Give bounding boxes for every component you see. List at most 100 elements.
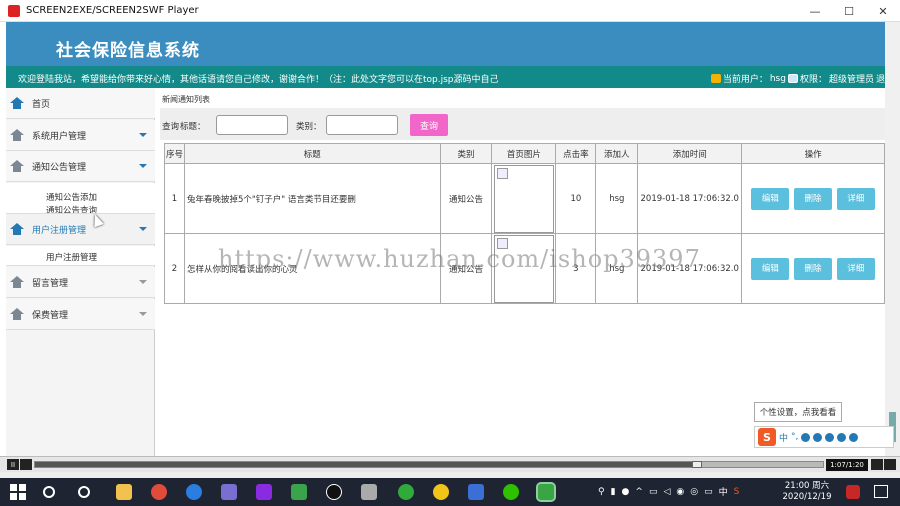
- sidebar-item-notices[interactable]: 通知公告管理: [6, 151, 155, 182]
- category-filter-label: 类别：: [296, 122, 322, 132]
- active-app-icon[interactable]: [536, 482, 556, 502]
- input-language[interactable]: 中: [719, 485, 728, 498]
- home-icon: [10, 97, 24, 109]
- delete-button[interactable]: 删除: [794, 257, 833, 280]
- antivirus-icon[interactable]: [846, 485, 860, 499]
- progress-thumb[interactable]: [692, 461, 702, 468]
- app-icon[interactable]: [398, 484, 414, 500]
- cortana-icon[interactable]: [43, 486, 55, 498]
- row-actions: 编辑 删除 详细: [741, 163, 885, 234]
- sidebar-item-label: 通知公告管理: [32, 162, 87, 173]
- column-header: 首页图片: [491, 143, 557, 164]
- sidebar-item-home[interactable]: 首页: [6, 88, 155, 119]
- toolbox-icon[interactable]: [849, 432, 859, 442]
- row-index: 2: [164, 233, 185, 304]
- notice-submenu: 通知公告添加 通知公告查询: [6, 183, 155, 214]
- maximize-button[interactable]: ☐: [832, 0, 866, 22]
- app-icon[interactable]: [433, 484, 449, 500]
- home-icon: [10, 308, 24, 320]
- sidebar-item-user-register[interactable]: 用户注册管理: [6, 214, 155, 245]
- file-explorer-icon[interactable]: [116, 484, 132, 500]
- sidebar-item-label: 用户注册管理: [32, 225, 87, 236]
- tray-app-icon[interactable]: ◉: [676, 487, 684, 497]
- chrome-icon[interactable]: [151, 484, 167, 500]
- permission-icon: [787, 74, 798, 83]
- notice-bar: 欢迎登陆我站，希望能给你带来好心情，其他话语请您自己修改，谢谢合作！（注：此处文…: [6, 66, 885, 88]
- role-label: 权限：: [799, 75, 827, 85]
- volume-icon[interactable]: ◁: [663, 487, 670, 497]
- column-header: 操作: [741, 143, 885, 164]
- window-title: SCREEN2EXE/SCREEN2SWF Player: [26, 5, 199, 16]
- user-info: 当前用户： hsg 权限： 超级管理员 退: [710, 72, 885, 85]
- window-titlebar: SCREEN2EXE/SCREEN2SWF Player — ☐ ✕: [0, 0, 900, 22]
- taskbar-clock[interactable]: 21:00 周六 2020/12/19: [776, 481, 838, 503]
- edit-button[interactable]: 编辑: [751, 257, 790, 280]
- qq-icon[interactable]: [326, 484, 342, 500]
- sidebar-item-system-users[interactable]: 系统用户管理: [6, 120, 155, 151]
- sidebar-item-messages[interactable]: 留言管理: [6, 267, 155, 298]
- display-icon[interactable]: ▭: [704, 487, 713, 497]
- chevron-up-icon[interactable]: ^: [635, 487, 643, 497]
- ime-mode[interactable]: 中: [779, 431, 788, 444]
- ime-tooltip[interactable]: 个性设置，点我看看: [754, 402, 842, 422]
- home-icon: [10, 129, 24, 141]
- microphone-icon[interactable]: [813, 432, 823, 442]
- fullscreen-button[interactable]: [871, 459, 883, 470]
- app-icon[interactable]: [221, 484, 237, 500]
- category-filter-input[interactable]: [326, 115, 398, 135]
- app-icon[interactable]: [256, 484, 272, 500]
- tray-app-icon[interactable]: ◎: [690, 487, 698, 497]
- submenu-notice-query[interactable]: 通知公告查询: [46, 204, 97, 213]
- app-title: 社会保险信息系统: [56, 41, 200, 61]
- playback-time: 1:07/1:20: [826, 459, 868, 471]
- keyboard-icon[interactable]: [825, 432, 835, 442]
- ime-toolbar[interactable]: S 中 °,: [754, 426, 894, 448]
- title-filter-input[interactable]: [216, 115, 288, 135]
- progress-track[interactable]: [34, 461, 824, 468]
- clock-date: 2020/12/19: [782, 492, 832, 502]
- row-clicks: 10: [555, 163, 597, 234]
- windows-start-icon[interactable]: [10, 484, 26, 500]
- minimize-button[interactable]: —: [798, 0, 832, 22]
- delete-button[interactable]: 删除: [794, 187, 833, 210]
- network-icon[interactable]: ▭: [649, 487, 658, 497]
- column-header: 序号: [164, 143, 185, 164]
- logout-link[interactable]: 退: [876, 72, 885, 85]
- close-button[interactable]: ✕: [866, 0, 900, 22]
- column-header: 标题: [183, 143, 441, 164]
- pause-button[interactable]: II: [7, 459, 19, 470]
- tools-icon[interactable]: [361, 484, 377, 500]
- current-user-label: 当前用户：: [722, 75, 768, 85]
- edit-button[interactable]: 编辑: [751, 187, 790, 210]
- info-button[interactable]: [884, 459, 896, 470]
- filter-bar: 查询 标题： 类别： 查询: [160, 108, 885, 140]
- stop-button[interactable]: [20, 459, 32, 470]
- search-icon[interactable]: [78, 486, 90, 498]
- system-tray: ⚲ ▮ ● ^ ▭ ◁ ◉ ◎ ▭ 中 S: [598, 485, 740, 499]
- people-icon[interactable]: ⚲: [598, 487, 605, 497]
- detail-button[interactable]: 详细: [836, 187, 875, 210]
- wechat-icon[interactable]: [503, 484, 519, 500]
- edge-icon[interactable]: [186, 484, 202, 500]
- sogou-tray-icon[interactable]: S: [734, 487, 740, 497]
- app-icon[interactable]: [468, 484, 484, 500]
- skin-icon[interactable]: [837, 432, 847, 442]
- vertical-scrollbar[interactable]: [885, 22, 900, 456]
- register-submenu: 用户注册管理: [6, 246, 155, 266]
- ime-punct[interactable]: °,: [791, 432, 798, 442]
- battery-icon[interactable]: ▮: [611, 487, 616, 497]
- submenu-notice-add[interactable]: 通知公告添加: [46, 191, 97, 203]
- app-icon[interactable]: [291, 484, 307, 500]
- search-button[interactable]: 查询: [410, 114, 448, 136]
- sidebar-item-premium[interactable]: 保费管理: [6, 299, 155, 330]
- row-actions: 编辑 删除 详细: [741, 233, 885, 304]
- breadcrumb: 新闻通知列表: [162, 95, 210, 104]
- tray-app-icon[interactable]: ●: [622, 487, 630, 497]
- query-label: 查询: [162, 122, 180, 132]
- notification-icon[interactable]: [874, 485, 888, 498]
- emoji-icon[interactable]: [801, 432, 811, 442]
- detail-button[interactable]: 详细: [836, 257, 875, 280]
- sogou-logo-icon[interactable]: S: [758, 428, 776, 446]
- submenu-user-register[interactable]: 用户注册管理: [46, 251, 97, 263]
- current-user-name: hsg: [769, 73, 786, 84]
